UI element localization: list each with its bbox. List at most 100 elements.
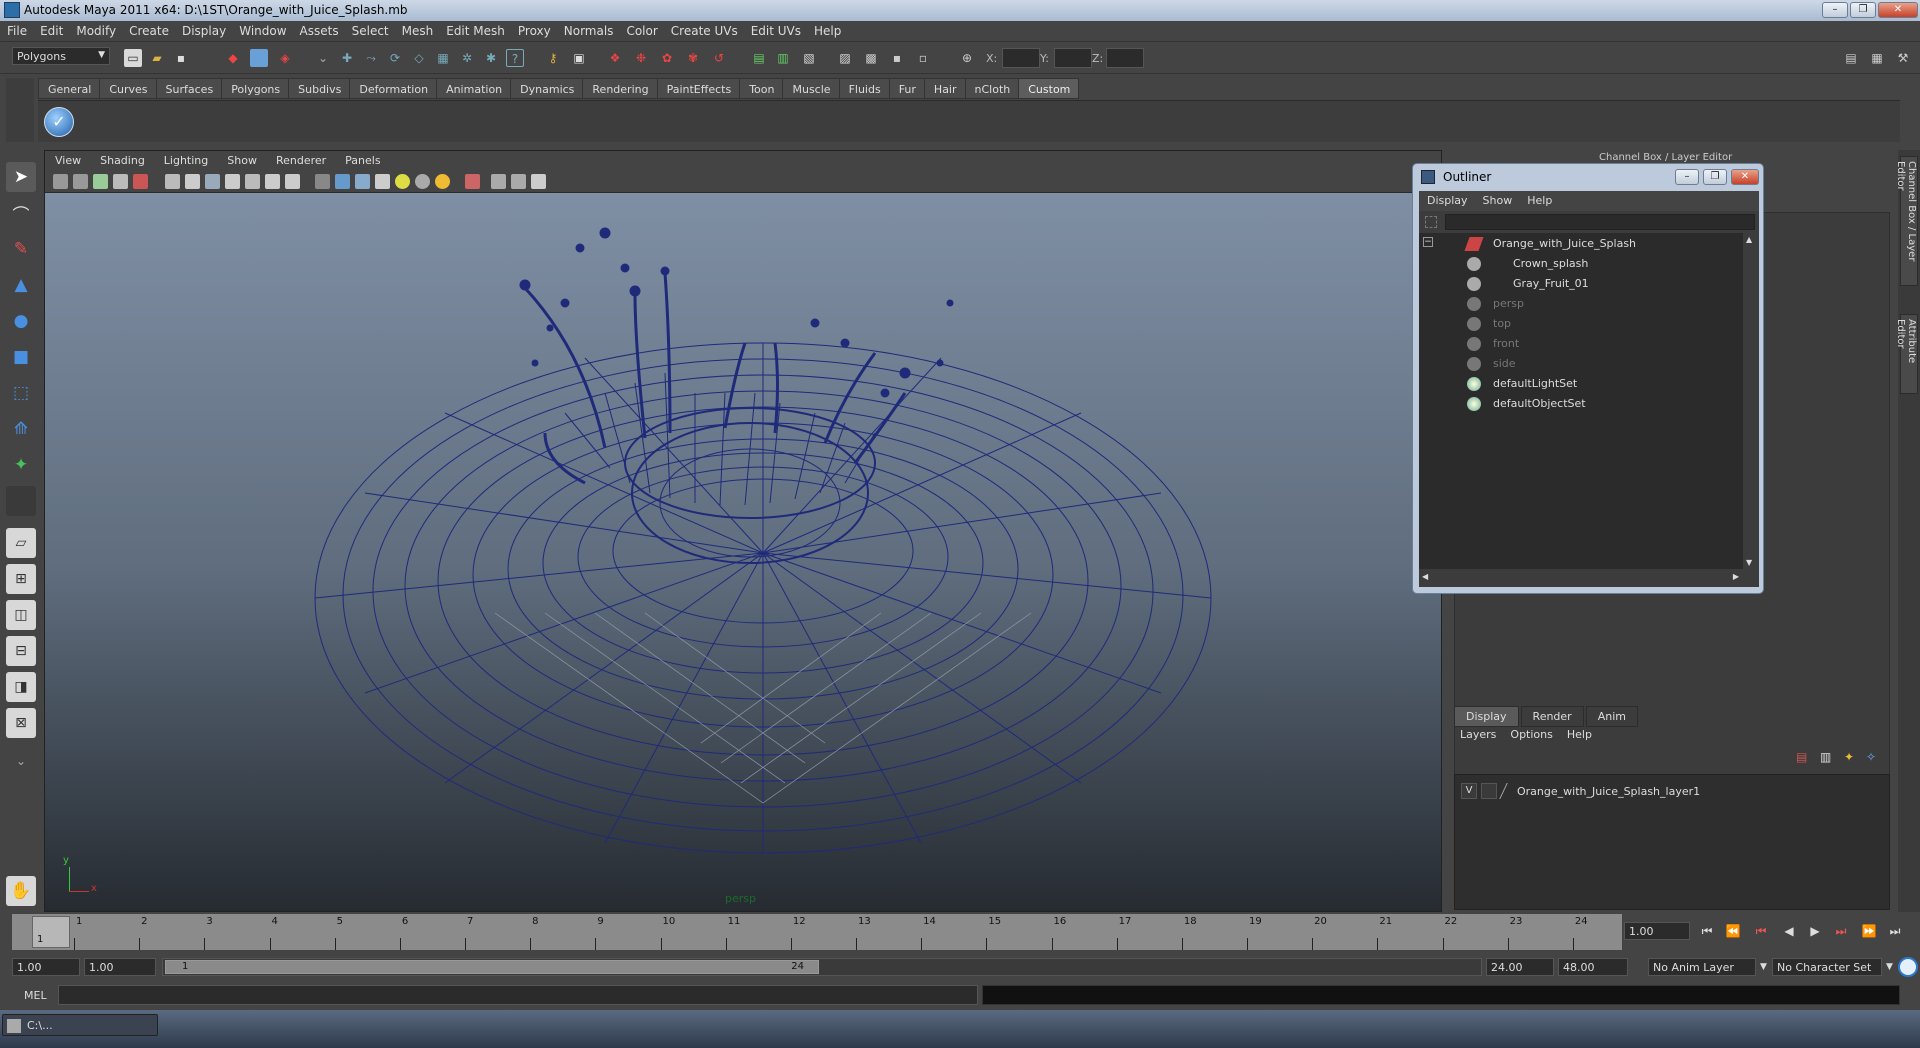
snapshot-icon[interactable]: ▩: [862, 49, 880, 67]
open-scene-icon[interactable]: ▰: [148, 49, 166, 67]
checkmark-shelf-icon[interactable]: ✓: [44, 107, 74, 137]
hypershade-icon[interactable]: ✾: [684, 49, 702, 67]
command-input[interactable]: [58, 985, 978, 1005]
close-button[interactable]: ✕: [1878, 2, 1918, 18]
character-set-select[interactable]: No Character Set: [1772, 958, 1882, 976]
playback-start-field[interactable]: 1.00: [84, 958, 156, 976]
menu-display[interactable]: Display: [175, 21, 232, 38]
scale-tool-icon[interactable]: ■: [6, 342, 36, 372]
collapse-icon[interactable]: −: [1423, 237, 1433, 247]
play-backwards-icon[interactable]: ◀: [1780, 924, 1798, 940]
current-frame-marker[interactable]: 1: [32, 916, 70, 948]
safe-title-icon[interactable]: [285, 174, 300, 189]
outliner-menu-display[interactable]: Display: [1419, 191, 1475, 207]
step-back-frame-icon[interactable]: ⏪: [1724, 924, 1742, 940]
camera-attributes-icon[interactable]: [73, 174, 88, 189]
minimize-button[interactable]: –: [1822, 2, 1848, 18]
shelf-tab-toon[interactable]: Toon: [739, 78, 784, 99]
layer-options-icon[interactable]: ✦: [1844, 750, 1862, 766]
menu-color[interactable]: Color: [619, 21, 663, 38]
shelf-tab-rendering[interactable]: Rendering: [582, 78, 658, 99]
viewport-menu-view[interactable]: View: [45, 151, 90, 167]
save-scene-icon[interactable]: ▪: [172, 49, 190, 67]
perspective-viewport[interactable]: View Shading Lighting Show Renderer Panels: [44, 150, 1442, 912]
high-quality-icon[interactable]: [435, 174, 450, 189]
snap-point-icon[interactable]: ⟳: [386, 49, 404, 67]
smooth-shade-icon[interactable]: [335, 174, 350, 189]
outliner-minimize-button[interactable]: –: [1675, 169, 1699, 185]
viewport-menu-shading[interactable]: Shading: [90, 151, 154, 167]
viewport-menu-show[interactable]: Show: [217, 151, 266, 167]
persp-graph-layout-icon[interactable]: ⊟: [6, 636, 36, 666]
menu-mesh[interactable]: Mesh: [395, 21, 440, 38]
bookmark-icon[interactable]: [93, 174, 108, 189]
channel-box-toggle-icon[interactable]: ▧: [800, 49, 818, 67]
layer-tab-anim[interactable]: Anim: [1585, 706, 1638, 727]
viewport-menu-renderer[interactable]: Renderer: [266, 151, 335, 167]
step-forward-frame-icon[interactable]: ⏩: [1860, 924, 1878, 940]
cache-icon[interactable]: ▪: [888, 49, 906, 67]
select-object-icon[interactable]: [250, 49, 268, 67]
layer-menu-layers[interactable]: Layers: [1460, 728, 1496, 741]
soft-modification-tool-icon[interactable]: ⟰: [6, 414, 36, 444]
step-back-key-icon[interactable]: ⏮: [1752, 924, 1770, 940]
safe-action-icon[interactable]: [265, 174, 280, 189]
toggle-channel-box-icon[interactable]: ▦: [1868, 49, 1886, 67]
layer-visibility-toggle[interactable]: V: [1461, 783, 1477, 799]
wireframe-mode-icon[interactable]: [315, 174, 330, 189]
persp-outliner-layout-icon[interactable]: ◫: [6, 600, 36, 630]
xray-components-icon[interactable]: [531, 174, 546, 189]
snap-grid-icon[interactable]: ✚: [338, 49, 356, 67]
z-field[interactable]: [1106, 48, 1144, 68]
single-pane-layout-icon[interactable]: ▱: [6, 528, 36, 558]
range-slider-thumb[interactable]: 1 24: [165, 960, 819, 974]
quick-layout-icon[interactable]: ✋: [6, 876, 36, 906]
menu-create-uvs[interactable]: Create UVs: [664, 21, 744, 38]
outliner-maximize-button[interactable]: ❐: [1703, 169, 1727, 185]
chevron-down-icon[interactable]: ▼: [1886, 962, 1893, 972]
shelf-tab-hair[interactable]: Hair: [923, 78, 966, 99]
xray-joints-icon[interactable]: [511, 174, 526, 189]
chevron-down-icon[interactable]: ▼: [1760, 962, 1767, 972]
shelf-tab-fluids[interactable]: Fluids: [838, 78, 890, 99]
shadows-icon[interactable]: [415, 174, 430, 189]
tab-attribute-editor[interactable]: Attribute Editor: [1895, 314, 1918, 394]
filter-icon[interactable]: [1425, 216, 1437, 228]
menu-create[interactable]: Create: [122, 21, 175, 38]
shelf-tab-surfaces[interactable]: Surfaces: [155, 78, 223, 99]
textured-icon[interactable]: [375, 174, 390, 189]
render-settings-icon[interactable]: ✿: [658, 49, 676, 67]
xray-icon[interactable]: [491, 174, 506, 189]
shelf-tab-animation[interactable]: Animation: [436, 78, 512, 99]
go-to-start-icon[interactable]: ⏮: [1698, 924, 1716, 940]
menu-edit-uvs[interactable]: Edit UVs: [744, 21, 807, 38]
end-time-field[interactable]: 48.00: [1558, 958, 1628, 976]
command-language-label[interactable]: MEL: [24, 989, 47, 1002]
construction-history-icon[interactable]: ✱: [482, 49, 500, 67]
menu-proxy[interactable]: Proxy: [511, 21, 557, 38]
shelf-tab-general[interactable]: General: [38, 78, 101, 99]
camera-select-icon[interactable]: [53, 174, 68, 189]
play-forwards-icon[interactable]: ▶: [1806, 924, 1824, 940]
universal-manipulator-icon[interactable]: ⬚: [6, 378, 36, 408]
snap-curve-icon[interactable]: ⤳: [362, 49, 380, 67]
menu-file[interactable]: File: [0, 21, 33, 38]
select-tool-icon[interactable]: ➤: [6, 162, 36, 192]
time-slider[interactable]: 1 1 2 3 4 5 6 7 8 9 10 11 12 13 14 15 16 17 18 19 20 21 22 23 2…: [12, 914, 1622, 950]
layer-name[interactable]: Orange_with_Juice_Splash_layer1: [1517, 785, 1700, 798]
scroll-right-icon[interactable]: ▶: [1733, 572, 1739, 581]
new-layer-empty-icon[interactable]: ▤: [1796, 750, 1814, 766]
lasso-tool-icon[interactable]: ⌒: [6, 198, 36, 228]
selection-mask-icon[interactable]: ▣: [570, 49, 588, 67]
snap-view-plane-icon[interactable]: ◇: [410, 49, 428, 67]
film-gate-icon[interactable]: [185, 174, 200, 189]
shelf-tab-deformation[interactable]: Deformation: [349, 78, 438, 99]
shelf-tab-dynamics[interactable]: Dynamics: [510, 78, 584, 99]
viewport-menu-panels[interactable]: Panels: [335, 151, 389, 167]
shelf-tab-ncloth[interactable]: nCloth: [964, 78, 1020, 99]
new-layer-selected-icon[interactable]: ▥: [1820, 750, 1838, 766]
x-field[interactable]: [1002, 48, 1040, 68]
step-forward-key-icon[interactable]: ⏭: [1832, 924, 1850, 940]
two-d-pan-zoom-icon[interactable]: [133, 174, 148, 189]
grid-icon[interactable]: [165, 174, 180, 189]
